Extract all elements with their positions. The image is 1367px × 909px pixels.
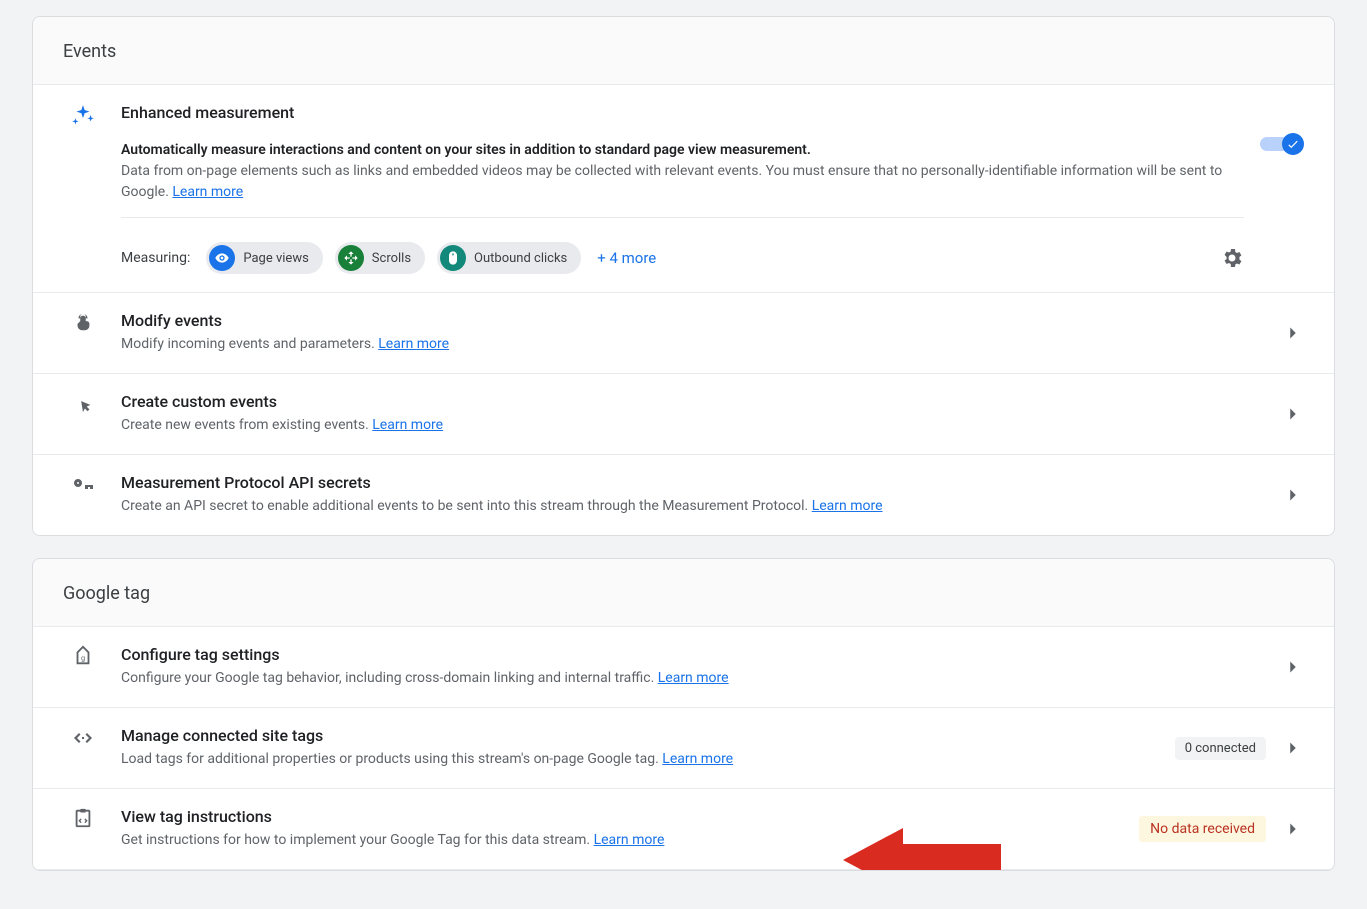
svg-text:g: g [81, 654, 85, 663]
chip-outbound-label: Outbound clicks [474, 251, 567, 266]
chip-page-views-label: Page views [243, 251, 308, 266]
modify-events-row[interactable]: Modify events Modify incoming events and… [33, 293, 1334, 374]
events-header: Events [33, 17, 1334, 85]
measuring-label: Measuring: [121, 250, 190, 266]
chevron-right-icon [1282, 656, 1304, 678]
cursor-click-icon [63, 392, 103, 414]
eye-icon [209, 245, 235, 271]
enhanced-desc: Data from on-page elements such as links… [121, 163, 1222, 200]
view-tag-title: View tag instructions [121, 807, 1139, 826]
gear-icon[interactable] [1220, 246, 1244, 270]
create-custom-events-row[interactable]: Create custom events Create new events f… [33, 374, 1334, 455]
view-tag-desc: Get instructions for how to implement yo… [121, 832, 594, 848]
mp-learn-more[interactable]: Learn more [812, 498, 883, 514]
chevron-right-icon [1282, 403, 1304, 425]
view-learn-more[interactable]: Learn more [594, 832, 665, 848]
tag-icon: g [63, 645, 103, 667]
configure-tag-desc: Configure your Google tag behavior, incl… [121, 670, 658, 686]
configure-tag-row[interactable]: g Configure tag settings Configure your … [33, 627, 1334, 708]
touch-icon [63, 311, 103, 333]
no-data-badge: No data received [1139, 816, 1266, 842]
enhanced-toggle[interactable] [1260, 133, 1304, 155]
configure-learn-more[interactable]: Learn more [658, 670, 729, 686]
clipboard-code-icon [63, 807, 103, 829]
modify-events-title: Modify events [121, 311, 1270, 330]
configure-tag-title: Configure tag settings [121, 645, 1270, 664]
manage-connected-tags-row[interactable]: Manage connected site tags Load tags for… [33, 708, 1334, 789]
more-chips-link[interactable]: + 4 more [597, 249, 656, 267]
google-tag-header: Google tag [33, 559, 1334, 627]
mp-title: Measurement Protocol API secrets [121, 473, 1270, 492]
measuring-row: Measuring: Page views Scrolls [121, 242, 1244, 274]
modify-learn-more[interactable]: Learn more [378, 336, 449, 352]
chip-scrolls-label: Scrolls [372, 251, 411, 266]
check-icon [1282, 133, 1304, 155]
enhanced-bold-line: Automatically measure interactions and c… [121, 142, 811, 158]
key-icon [63, 473, 103, 497]
sparkle-icon [63, 103, 103, 129]
manage-tags-desc: Load tags for additional properties or p… [121, 751, 662, 767]
manage-tags-title: Manage connected site tags [121, 726, 1175, 745]
scroll-icon [338, 245, 364, 271]
custom-learn-more[interactable]: Learn more [372, 417, 443, 433]
custom-events-title: Create custom events [121, 392, 1270, 411]
code-icon [63, 726, 103, 750]
enhanced-title: Enhanced measurement [121, 103, 1244, 122]
custom-events-desc: Create new events from existing events. [121, 417, 372, 433]
enhanced-measurement-row: Enhanced measurement Automatically measu… [33, 85, 1334, 293]
chevron-right-icon [1282, 484, 1304, 506]
google-tag-card: Google tag g Configure tag settings Conf… [32, 558, 1335, 871]
chevron-right-icon [1282, 322, 1304, 344]
view-tag-instructions-row[interactable]: View tag instructions Get instructions f… [33, 789, 1334, 870]
mouse-icon [440, 245, 466, 271]
mp-desc: Create an API secret to enable additiona… [121, 498, 812, 514]
chevron-right-icon [1282, 818, 1304, 840]
measurement-protocol-row[interactable]: Measurement Protocol API secrets Create … [33, 455, 1334, 535]
manage-learn-more[interactable]: Learn more [662, 751, 733, 767]
chip-outbound: Outbound clicks [437, 242, 581, 274]
chip-scrolls: Scrolls [335, 242, 425, 274]
connected-count-badge: 0 connected [1175, 737, 1266, 760]
enhanced-learn-more[interactable]: Learn more [172, 184, 243, 200]
chevron-right-icon [1282, 737, 1304, 759]
events-card: Events Enhanced measurement Automaticall… [32, 16, 1335, 536]
chip-page-views: Page views [206, 242, 322, 274]
modify-events-desc: Modify incoming events and parameters. [121, 336, 378, 352]
